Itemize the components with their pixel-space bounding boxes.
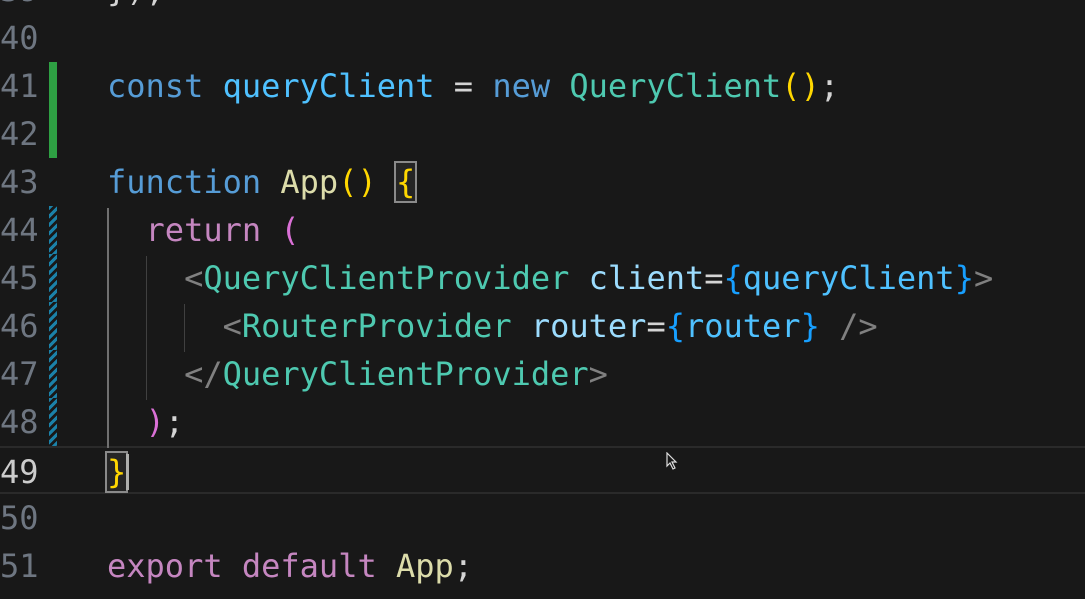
added-line-marker[interactable] bbox=[49, 110, 57, 158]
line-number[interactable]: 47 bbox=[0, 350, 40, 398]
code-editor[interactable]: 51 export default App; 50 49} 48 ); 47 </Quer… bbox=[0, 0, 1085, 599]
code-token: ; bbox=[819, 67, 840, 105]
code-token: export bbox=[107, 547, 242, 585]
modified-line-marker[interactable] bbox=[49, 398, 57, 446]
code-token: ; bbox=[164, 403, 185, 441]
code-token: () bbox=[781, 67, 820, 105]
code-token: { bbox=[665, 307, 685, 345]
code-token: > bbox=[973, 259, 994, 297]
code-token: router bbox=[684, 307, 801, 345]
code-token: default bbox=[241, 547, 396, 585]
line-number[interactable]: 45 bbox=[0, 254, 40, 302]
code-token: } bbox=[954, 259, 974, 297]
code-line[interactable]: 43 function App() { bbox=[0, 158, 1085, 206]
line-number[interactable]: 43 bbox=[0, 158, 40, 206]
code-line[interactable]: 47 </QueryClientProvider> bbox=[0, 350, 1085, 398]
code-line[interactable]: 41 const queryClient = new QueryClient(); bbox=[0, 62, 1085, 110]
modified-line-marker[interactable] bbox=[49, 206, 57, 254]
modified-line-marker[interactable] bbox=[49, 254, 57, 302]
code-text: return ( bbox=[107, 206, 300, 254]
line-number[interactable]: 50 bbox=[0, 494, 40, 542]
code-token: < bbox=[222, 307, 242, 345]
code-token: client bbox=[588, 259, 705, 297]
code-token: RouterProvider bbox=[241, 307, 512, 345]
code-token: } bbox=[104, 451, 129, 493]
code-line[interactable]: 48 ); bbox=[0, 398, 1085, 446]
code-token: </ bbox=[184, 355, 223, 393]
line-number[interactable]: 44 bbox=[0, 206, 40, 254]
line-number[interactable]: 49 bbox=[0, 448, 40, 496]
code-token: < bbox=[184, 259, 204, 297]
code-line[interactable]: 51 export default App; bbox=[0, 542, 1085, 590]
line-number[interactable]: 51 bbox=[0, 542, 40, 590]
line-number[interactable]: 40 bbox=[0, 14, 40, 62]
code-line[interactable]: 49} bbox=[0, 446, 1085, 494]
code-token: ) bbox=[145, 403, 165, 441]
code-line[interactable]: 42 bbox=[0, 110, 1085, 158]
code-text: ); bbox=[107, 398, 185, 446]
code-token: ( bbox=[280, 211, 300, 249]
code-token: new bbox=[492, 67, 570, 105]
modified-line-marker[interactable] bbox=[49, 350, 57, 398]
code-line[interactable]: 44 return ( bbox=[0, 206, 1085, 254]
code-token: = bbox=[704, 259, 724, 297]
code-text: </QueryClientProvider> bbox=[107, 350, 608, 398]
code-token: ; bbox=[453, 547, 474, 585]
code-token: App bbox=[280, 163, 339, 201]
code-token: router bbox=[530, 307, 647, 345]
line-number[interactable]: 46 bbox=[0, 302, 40, 350]
code-token: } bbox=[800, 307, 820, 345]
code-text: export default App; bbox=[107, 542, 473, 590]
code-token: QueryClientProvider bbox=[203, 259, 570, 297]
code-token: = bbox=[434, 67, 493, 105]
indent-guide bbox=[146, 256, 147, 400]
code-line[interactable]: 50 bbox=[0, 494, 1085, 542]
line-number[interactable]: 42 bbox=[0, 110, 40, 158]
code-token: App bbox=[395, 547, 454, 585]
code-token: = bbox=[646, 307, 666, 345]
code-token: function bbox=[107, 163, 281, 201]
code-token: { bbox=[393, 161, 418, 203]
mouse-pointer-icon bbox=[666, 452, 678, 470]
code-text: <RouterProvider router={router} /> bbox=[107, 302, 878, 350]
code-text: const queryClient = new QueryClient(); bbox=[107, 62, 839, 110]
indent-guide bbox=[107, 208, 109, 448]
code-token: return bbox=[145, 211, 281, 249]
line-number[interactable]: 39 bbox=[0, 0, 40, 14]
added-line-marker[interactable] bbox=[49, 62, 57, 110]
code-line[interactable]: 46 <RouterProvider router={router} /> bbox=[0, 302, 1085, 350]
code-token: > bbox=[588, 355, 608, 393]
code-token: queryClient bbox=[222, 67, 435, 105]
code-token: }); bbox=[107, 0, 165, 9]
text-cursor bbox=[126, 454, 129, 490]
code-token: () bbox=[338, 163, 377, 201]
code-line[interactable]: 45 <QueryClientProvider client={queryCli… bbox=[0, 254, 1085, 302]
code-token: QueryClient bbox=[569, 67, 782, 105]
code-line[interactable]: 39}); bbox=[0, 0, 1085, 14]
code-line[interactable]: 40 bbox=[0, 14, 1085, 62]
code-text: <QueryClientProvider client={queryClient… bbox=[107, 254, 993, 302]
code-token: { bbox=[723, 259, 743, 297]
code-token: QueryClientProvider bbox=[222, 355, 589, 393]
code-token: /> bbox=[819, 307, 878, 345]
code-text: function App() { bbox=[107, 158, 418, 206]
line-number[interactable]: 48 bbox=[0, 398, 40, 446]
indent-guide bbox=[184, 304, 185, 352]
code-text: }); bbox=[107, 0, 165, 14]
modified-line-marker[interactable] bbox=[49, 302, 57, 350]
code-text: } bbox=[104, 448, 129, 496]
code-token: queryClient bbox=[742, 259, 955, 297]
line-number[interactable]: 41 bbox=[0, 62, 40, 110]
code-token: const bbox=[107, 67, 223, 105]
